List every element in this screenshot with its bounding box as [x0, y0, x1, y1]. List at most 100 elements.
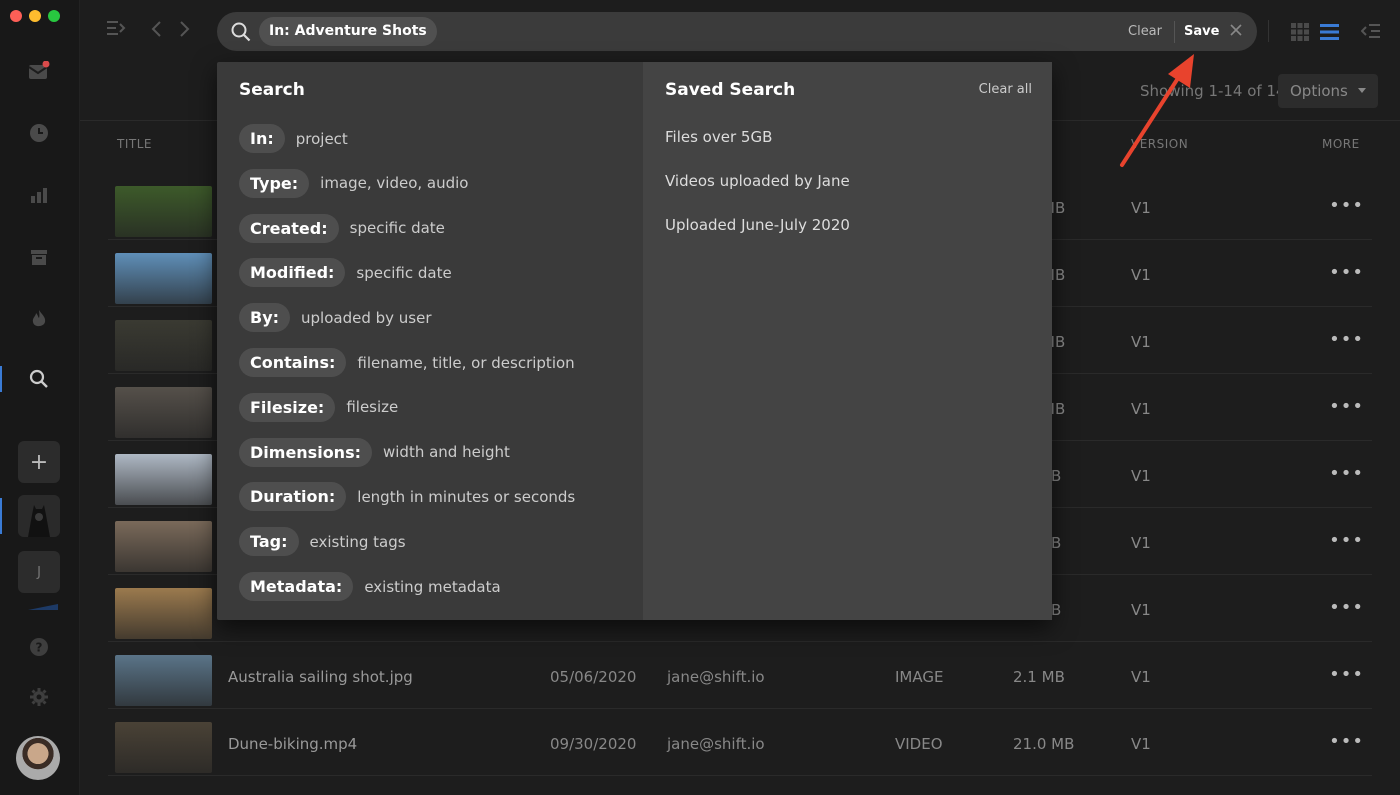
file-version: V1	[1131, 735, 1151, 753]
filter-key-chip[interactable]: Contains:	[239, 348, 347, 377]
file-type: VIDEO	[895, 735, 943, 753]
filter-option[interactable]: Tag: existing tags	[239, 527, 406, 557]
filter-key-chip[interactable]: Type:	[239, 168, 310, 198]
project-j-button[interactable]: J	[18, 551, 60, 593]
zoom-window-button[interactable]	[48, 10, 60, 22]
file-version: V1	[1131, 400, 1151, 418]
saved-search-item[interactable]: Videos uploaded by Jane	[665, 172, 850, 190]
file-uploader: jane@shift.io	[667, 735, 765, 753]
close-search-icon[interactable]	[1229, 22, 1243, 41]
file-thumbnail[interactable]	[115, 320, 212, 371]
file-thumbnail[interactable]	[115, 655, 212, 706]
minimize-window-button[interactable]	[29, 10, 41, 22]
user-avatar[interactable]	[16, 736, 60, 780]
more-options-icon[interactable]: •••	[1329, 463, 1364, 484]
list-view-icon[interactable]	[1320, 23, 1339, 41]
search-filter-chip[interactable]: In: Adventure Shots	[259, 17, 437, 46]
file-thumbnail[interactable]	[115, 722, 212, 773]
file-thumbnail[interactable]	[115, 387, 212, 438]
more-options-icon[interactable]: •••	[1329, 731, 1364, 752]
more-options-icon[interactable]: •••	[1329, 195, 1364, 216]
filter-option[interactable]: Dimensions: width and height	[239, 437, 510, 467]
file-thumbnail[interactable]	[115, 588, 212, 639]
more-options-icon[interactable]: •••	[1329, 262, 1364, 283]
save-search-button[interactable]: Save	[1184, 24, 1219, 39]
filter-option[interactable]: By: uploaded by user	[239, 303, 432, 333]
add-project-button[interactable]: +	[18, 441, 60, 483]
table-row[interactable]: Dune-biking.mp4 09/30/2020 jane@shift.io VI…	[108, 709, 1372, 776]
archive-icon[interactable]	[28, 246, 50, 268]
filter-option[interactable]: Created: specific date	[239, 213, 445, 243]
column-header-title[interactable]: TITLE	[117, 137, 152, 151]
saved-search-panel: Saved Search Clear all Files over 5GB Vid…	[643, 62, 1052, 620]
help-icon[interactable]: ?	[28, 636, 50, 658]
file-thumbnail[interactable]	[115, 253, 212, 304]
file-thumbnail[interactable]	[115, 186, 212, 237]
file-thumbnail[interactable]	[115, 521, 212, 572]
filter-key-chip[interactable]: Metadata:	[239, 572, 354, 601]
file-thumbnail[interactable]	[115, 454, 212, 505]
search-icon	[231, 22, 251, 42]
clock-icon[interactable]	[28, 122, 50, 144]
filter-hint: project	[295, 129, 348, 148]
filter-hint: filename, title, or description	[357, 353, 575, 372]
options-dropdown[interactable]: Options	[1278, 74, 1378, 108]
filter-option[interactable]: In: project	[239, 124, 348, 153]
filter-option[interactable]: Type: image, video, audio	[239, 168, 469, 198]
filter-hint: existing tags	[309, 532, 406, 551]
filter-option[interactable]: Contains: filename, title, or description	[239, 348, 575, 377]
filter-key-chip[interactable]: Dimensions:	[239, 437, 372, 467]
sidebar: + J ?	[0, 0, 80, 795]
sidebar-toggle-icon[interactable]	[106, 20, 126, 41]
more-options-icon[interactable]: •••	[1329, 329, 1364, 350]
saved-search-item[interactable]: Uploaded June-July 2020	[665, 216, 850, 234]
filter-hint: specific date	[356, 263, 452, 282]
more-options-icon[interactable]: •••	[1329, 597, 1364, 618]
window-controls	[10, 10, 60, 22]
saved-search-item[interactable]: Files over 5GB	[665, 128, 772, 146]
file-version: V1	[1131, 333, 1151, 351]
search-panel-title: Search	[239, 80, 305, 100]
file-size: B	[1051, 467, 1062, 485]
active-indicator	[0, 366, 2, 392]
search-nav-icon[interactable]	[28, 368, 50, 390]
file-version: V1	[1131, 601, 1151, 619]
back-icon[interactable]	[150, 20, 162, 43]
inbox-icon[interactable]	[28, 60, 50, 82]
filter-key-chip[interactable]: Created:	[239, 213, 339, 243]
filter-key-chip[interactable]: In:	[239, 124, 285, 153]
file-title[interactable]: Dune-biking.mp4	[228, 735, 357, 753]
filter-key-chip[interactable]: By:	[239, 303, 291, 333]
filter-key-chip[interactable]: Modified:	[239, 258, 346, 288]
file-title[interactable]: Australia sailing shot.jpg	[228, 668, 413, 686]
file-size: 21.0 MB	[1013, 735, 1075, 753]
table-row[interactable]: Australia sailing shot.jpg 05/06/2020 jane…	[108, 642, 1372, 709]
more-options-icon[interactable]: •••	[1329, 396, 1364, 417]
filter-option[interactable]: Duration: length in minutes or seconds	[239, 482, 575, 512]
project-thumb-batman[interactable]	[18, 495, 60, 537]
collapse-panel-icon[interactable]	[1360, 23, 1381, 44]
filter-option[interactable]: Filesize: filesize	[239, 392, 398, 422]
clear-all-button[interactable]: Clear all	[979, 82, 1032, 97]
filter-key-chip[interactable]: Duration:	[239, 482, 347, 512]
more-options-icon[interactable]: •••	[1329, 530, 1364, 551]
grid-view-icon[interactable]	[1291, 23, 1309, 41]
file-size: B	[1051, 534, 1062, 552]
forward-icon[interactable]	[179, 20, 191, 43]
file-type: IMAGE	[895, 668, 944, 686]
close-window-button[interactable]	[10, 10, 22, 22]
filter-option[interactable]: Metadata: existing metadata	[239, 572, 501, 601]
filter-key-chip[interactable]: Filesize:	[239, 392, 336, 422]
gear-icon[interactable]	[28, 686, 50, 708]
file-version: V1	[1131, 534, 1151, 552]
project-active-indicator	[0, 498, 2, 534]
more-options-icon[interactable]: •••	[1329, 664, 1364, 685]
flame-icon[interactable]	[28, 308, 50, 330]
filter-hint: image, video, audio	[320, 174, 469, 193]
clear-search-button[interactable]: Clear	[1128, 24, 1162, 39]
filter-option[interactable]: Modified: specific date	[239, 258, 452, 288]
filter-key-chip[interactable]: Tag:	[239, 527, 299, 557]
analytics-icon[interactable]	[28, 184, 50, 206]
caret-down-icon	[1358, 88, 1366, 93]
file-version: V1	[1131, 467, 1151, 485]
